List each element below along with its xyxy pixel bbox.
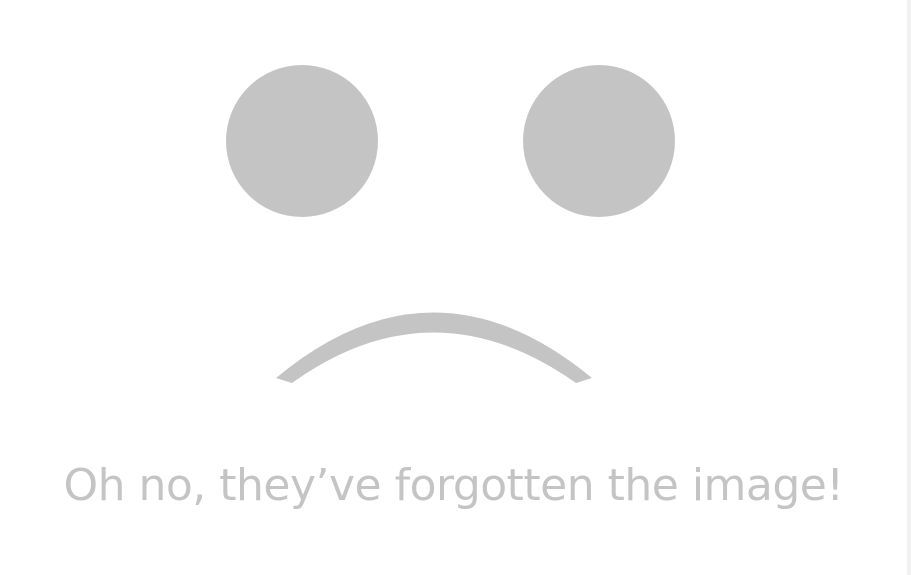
sad-face-icon bbox=[226, 65, 675, 383]
missing-image-message: Oh no, they’ve forgotten the image! bbox=[63, 460, 844, 511]
scrollbar-track bbox=[907, 0, 911, 575]
placeholder-screen: Oh no, they’ve forgotten the image! bbox=[0, 0, 911, 575]
left-eye bbox=[226, 65, 378, 217]
frown-mouth bbox=[276, 312, 592, 383]
right-eye bbox=[523, 65, 675, 217]
